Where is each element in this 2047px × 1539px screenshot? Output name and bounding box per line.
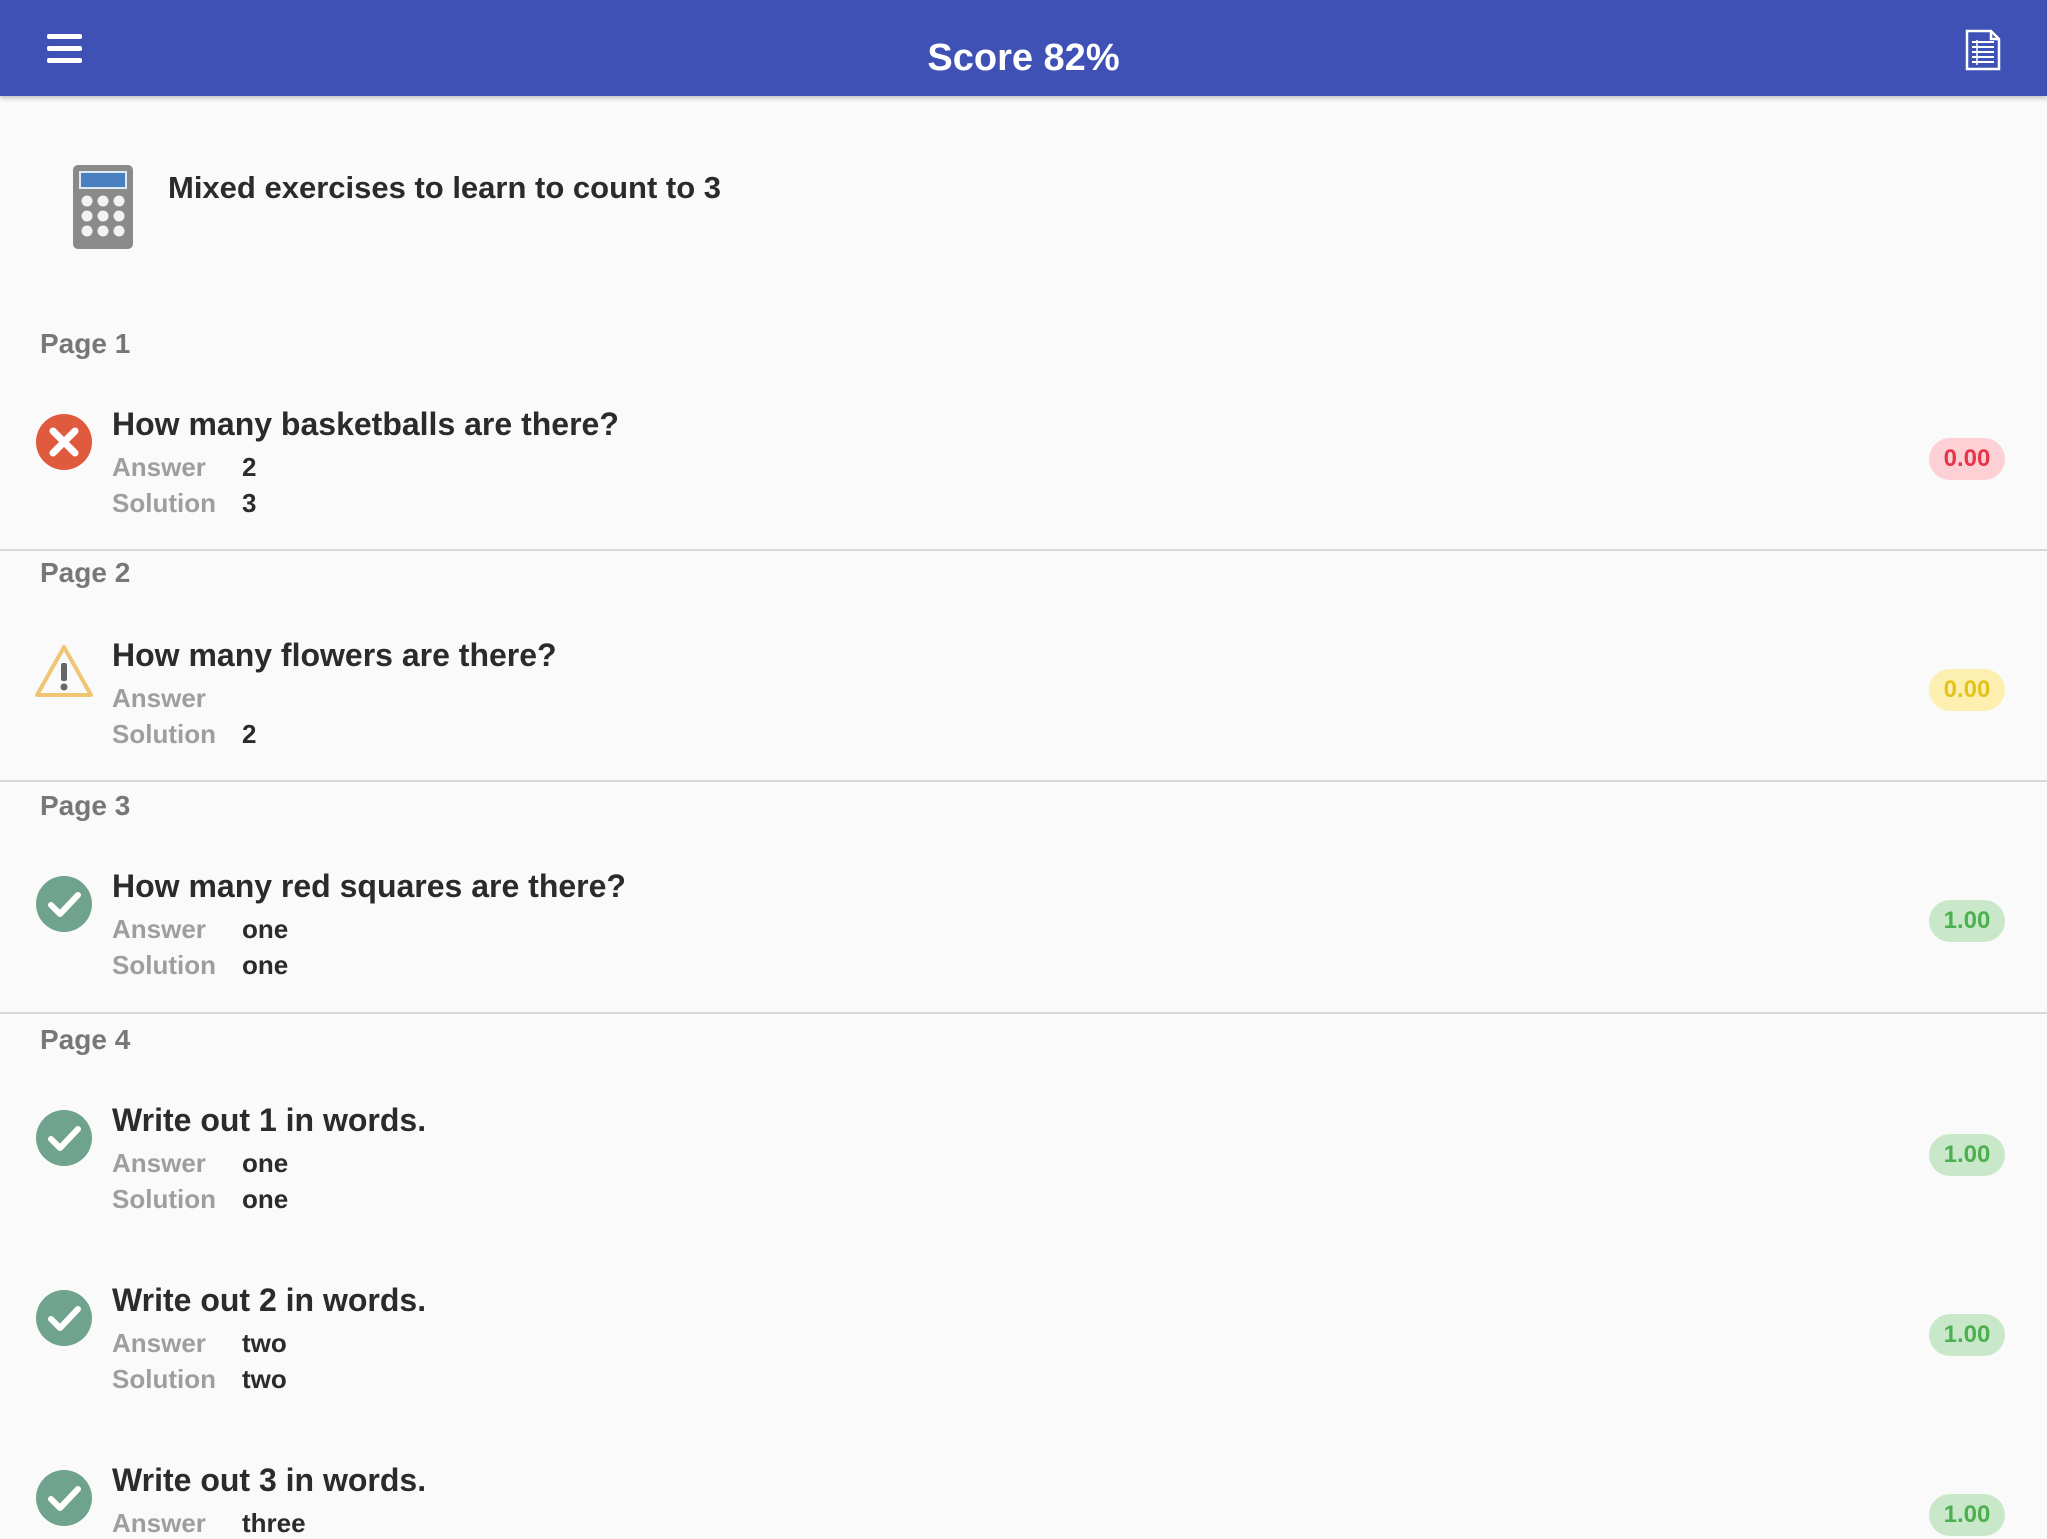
question-text: Write out 1 in words. bbox=[112, 1102, 427, 1138]
solution-label: Solution bbox=[112, 719, 216, 749]
check-circle-icon bbox=[34, 1108, 94, 1168]
app-bar: Score 82% bbox=[0, 0, 2047, 96]
solution-row: Solution 3 bbox=[112, 488, 256, 519]
answer-row: Answer three bbox=[112, 1508, 306, 1539]
check-circle-icon bbox=[34, 874, 94, 934]
score-badge: 1.00 bbox=[1929, 900, 2005, 942]
answer-value: two bbox=[242, 1328, 287, 1358]
solution-value: one bbox=[242, 1184, 289, 1214]
solution-value: 2 bbox=[242, 719, 257, 749]
page-section-1: Page 1 How many basketballs are there? A… bbox=[0, 310, 2047, 548]
result-item[interactable]: How many red squares are there? Answer on… bbox=[0, 868, 2047, 1018]
answer-row: Answer one bbox=[112, 1148, 288, 1179]
check-circle-icon bbox=[34, 1288, 94, 1348]
answer-value: one bbox=[242, 1148, 289, 1178]
solution-value: 3 bbox=[242, 488, 257, 518]
solution-label: Solution bbox=[112, 950, 216, 980]
document-list-icon-graphic bbox=[1965, 29, 2001, 71]
question-text: How many basketballs are there? bbox=[112, 406, 619, 442]
answer-value: 2 bbox=[242, 452, 257, 482]
result-item[interactable]: Write out 2 in words. Answer two Solution… bbox=[0, 1282, 2047, 1432]
document-list-icon[interactable] bbox=[1963, 28, 2003, 72]
score-badge: 0.00 bbox=[1929, 669, 2005, 711]
solution-value: two bbox=[242, 1364, 287, 1394]
page-title: Score 82% bbox=[927, 37, 1120, 79]
menu-line bbox=[47, 34, 82, 39]
answer-value: one bbox=[242, 914, 289, 944]
score-badge: 0.00 bbox=[1929, 438, 2005, 480]
exercise-header: Mixed exercises to learn to count to 3 bbox=[72, 164, 1572, 254]
score-badge: 1.00 bbox=[1929, 1314, 2005, 1356]
page-label: Page 3 bbox=[40, 790, 131, 821]
menu-line bbox=[47, 58, 82, 63]
solution-value: one bbox=[242, 950, 289, 980]
page-label: Page 1 bbox=[40, 328, 131, 359]
solution-row: Solution 2 bbox=[112, 719, 256, 750]
solution-row: Solution one bbox=[112, 1184, 288, 1215]
check-circle-icon bbox=[34, 1468, 94, 1528]
calculator-icon bbox=[72, 164, 134, 250]
solution-label: Solution bbox=[112, 1364, 216, 1394]
answer-row: Answer two bbox=[112, 1328, 287, 1359]
answer-label: Answer bbox=[112, 1328, 206, 1358]
question-text: Write out 3 in words. bbox=[112, 1462, 427, 1498]
page-section-4: Page 4 Write out 1 in words. Answer one S… bbox=[0, 1012, 2047, 1539]
question-text: Write out 2 in words. bbox=[112, 1282, 427, 1318]
answer-row: Answer bbox=[112, 683, 242, 714]
score-badge: 1.00 bbox=[1929, 1494, 2005, 1536]
x-circle-icon bbox=[34, 412, 94, 472]
page-section-2: Page 2 How many flowers are there? Answe… bbox=[0, 549, 2047, 781]
exercise-title: Mixed exercises to learn to count to 3 bbox=[168, 170, 721, 205]
result-item[interactable]: How many basketballs are there? Answer 2 … bbox=[0, 406, 2047, 556]
solution-row: Solution one bbox=[112, 950, 288, 981]
result-item[interactable]: How many flowers are there? Answer Solut… bbox=[0, 637, 2047, 787]
hamburger-menu-icon[interactable] bbox=[44, 32, 84, 66]
answer-label: Answer bbox=[112, 1148, 206, 1178]
result-item[interactable]: Write out 3 in words. Answer three 1.00 bbox=[0, 1462, 2047, 1539]
answer-label: Answer bbox=[112, 683, 206, 713]
solution-row: Solution two bbox=[112, 1364, 287, 1395]
page-label: Page 2 bbox=[40, 557, 131, 588]
result-item[interactable]: Write out 1 in words. Answer one Solution… bbox=[0, 1102, 2047, 1252]
answer-value: three bbox=[242, 1508, 306, 1538]
answer-row: Answer one bbox=[112, 914, 288, 945]
solution-label: Solution bbox=[112, 1184, 216, 1214]
answer-label: Answer bbox=[112, 1508, 206, 1538]
solution-label: Solution bbox=[112, 488, 216, 518]
answer-label: Answer bbox=[112, 914, 206, 944]
answer-label: Answer bbox=[112, 452, 206, 482]
page-label: Page 4 bbox=[40, 1024, 131, 1055]
answer-row: Answer 2 bbox=[112, 452, 256, 483]
score-badge: 1.00 bbox=[1929, 1134, 2005, 1176]
warning-triangle-icon bbox=[34, 643, 94, 703]
question-text: How many flowers are there? bbox=[112, 637, 557, 673]
question-text: How many red squares are there? bbox=[112, 868, 626, 904]
page-section-3: Page 3 How many red squares are there? A… bbox=[0, 780, 2047, 1012]
menu-line bbox=[47, 46, 82, 51]
